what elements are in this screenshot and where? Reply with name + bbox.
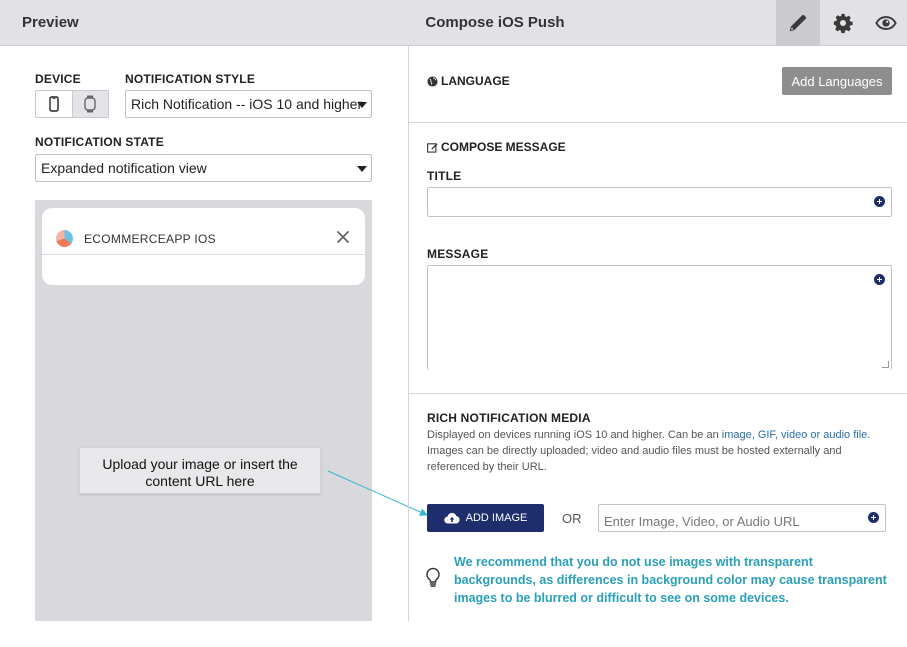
edit-button[interactable] [776, 0, 820, 46]
language-title: LANGUAGE [441, 74, 510, 88]
or-label: OR [562, 511, 582, 526]
gear-icon [833, 13, 853, 34]
watch-icon [84, 95, 97, 113]
device-label: DEVICE [35, 72, 81, 86]
add-languages-button[interactable]: Add Languages [782, 67, 892, 95]
notification-card: ECOMMERCEAPP IOS [42, 208, 365, 285]
title-input[interactable] [427, 187, 892, 217]
media-types-link[interactable]: image, GIF, video or audio file. [722, 429, 871, 441]
eye-icon [875, 16, 897, 30]
device-toggle [35, 90, 109, 118]
preview-button[interactable] [864, 0, 907, 46]
media-url-input[interactable] [598, 504, 886, 532]
panel-divider [408, 46, 409, 621]
add-image-label: ADD IMAGE [465, 512, 528, 524]
lightbulb-icon [426, 567, 440, 587]
section-divider [409, 393, 907, 394]
settings-button[interactable] [821, 0, 865, 46]
app-name: ECOMMERCEAPP IOS [84, 232, 216, 246]
compose-section-title: COMPOSE MESSAGE [427, 140, 566, 154]
notification-header: ECOMMERCEAPP IOS [42, 208, 365, 255]
notification-state-label: NOTIFICATION STATE [35, 135, 164, 149]
globe-icon [427, 75, 438, 87]
description-text: Images can be directly uploaded; video a… [427, 445, 842, 473]
notification-state-select[interactable]: Expanded notification view [35, 154, 372, 182]
compose-title: COMPOSE MESSAGE [441, 140, 566, 154]
device-phone-button[interactable] [36, 91, 72, 117]
device-watch-button[interactable] [71, 91, 108, 117]
phone-icon [49, 96, 59, 112]
rich-media-title: RICH NOTIFICATION MEDIA [427, 411, 591, 425]
device-preview: ECOMMERCEAPP IOS [35, 200, 372, 621]
add-image-button[interactable]: ADD IMAGE [427, 504, 544, 532]
message-textarea[interactable] [427, 265, 892, 370]
notification-style-select[interactable]: Rich Notification -- iOS 10 and higher [125, 90, 372, 118]
top-bar: Preview Compose iOS Push [0, 0, 907, 46]
add-personalization-icon[interactable] [874, 196, 885, 207]
message-label: MESSAGE [427, 247, 489, 261]
add-url-icon[interactable] [868, 512, 879, 523]
app-icon [56, 230, 73, 247]
cloud-upload-icon [443, 513, 460, 524]
resize-handle-icon[interactable] [882, 361, 889, 368]
transparency-tip: We recommend that you do not use images … [454, 555, 887, 605]
upload-callout: Upload your image or insert the content … [79, 447, 321, 494]
notification-style-label: NOTIFICATION STYLE [125, 72, 256, 86]
page-title: Compose iOS Push [425, 14, 565, 31]
add-personalization-icon[interactable] [874, 274, 885, 285]
section-divider [409, 122, 907, 123]
description-text: Displayed on devices running iOS 10 and … [427, 429, 722, 441]
notification-state-value: Expanded notification view [41, 160, 207, 176]
title-label: TITLE [427, 169, 462, 183]
notification-style-value: Rich Notification -- iOS 10 and higher [131, 96, 363, 112]
pencil-icon [789, 14, 807, 32]
close-icon[interactable] [336, 230, 350, 244]
chevron-down-icon [357, 166, 367, 172]
edit-square-icon [427, 142, 438, 153]
rich-media-description: Displayed on devices running iOS 10 and … [427, 427, 892, 475]
language-section-title: LANGUAGE [427, 74, 510, 88]
chevron-down-icon [357, 102, 367, 108]
